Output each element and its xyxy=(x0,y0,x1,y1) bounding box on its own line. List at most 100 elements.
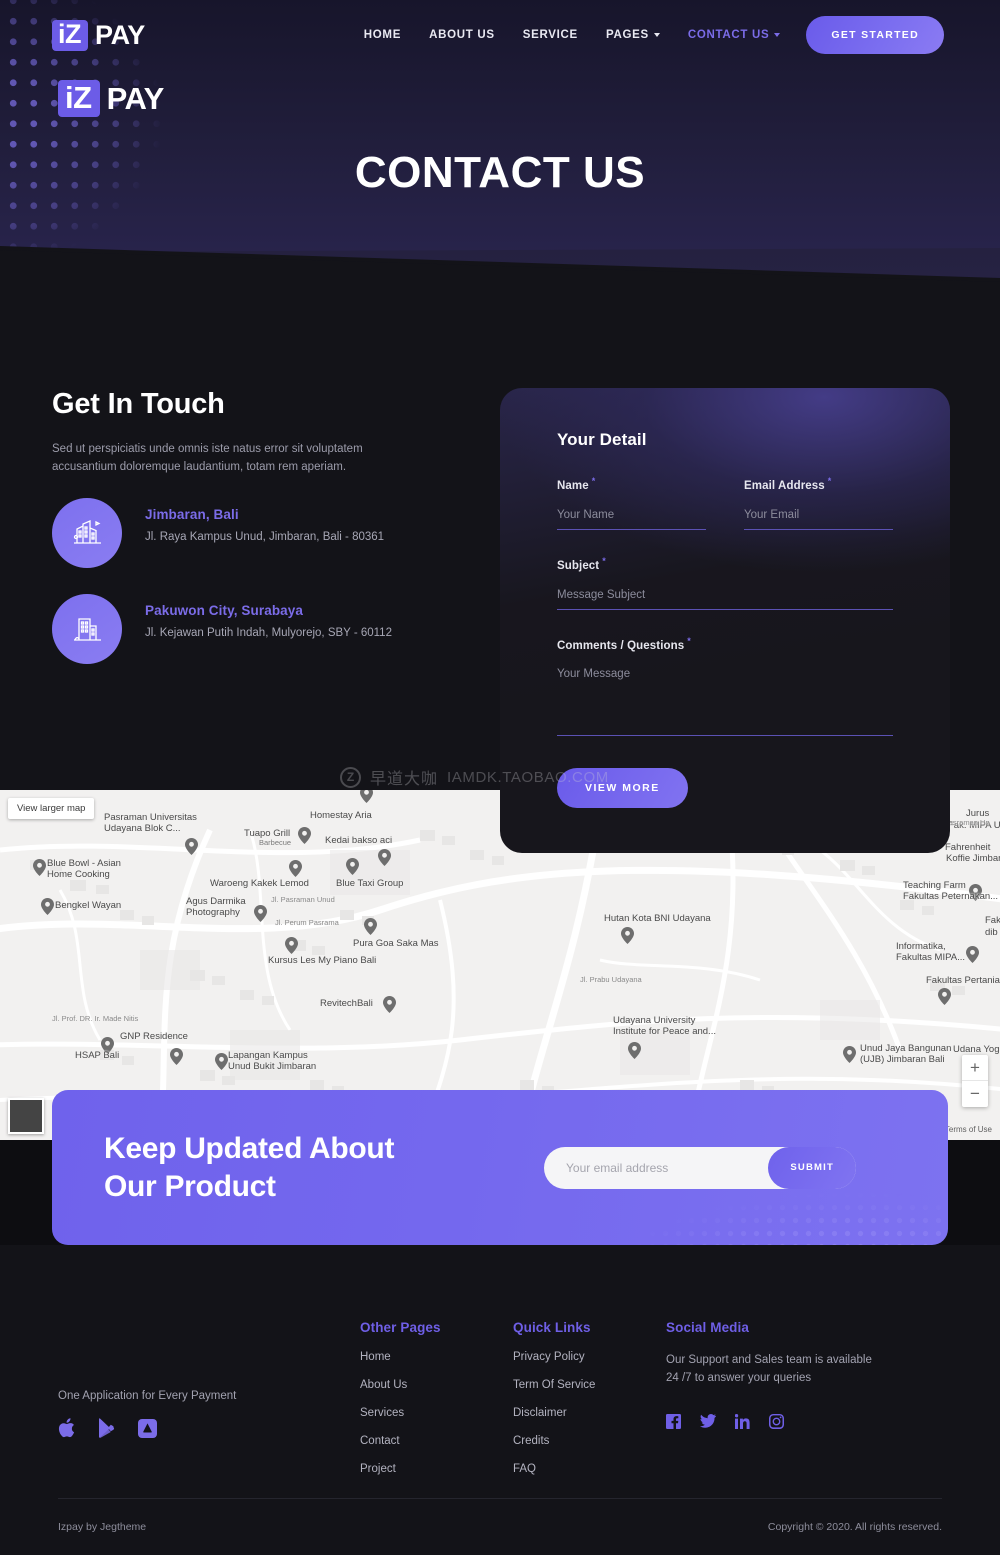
nav-item-label: CONTACT US xyxy=(687,29,770,41)
email-label: Email Address * xyxy=(744,476,832,492)
map-pin-icon[interactable] xyxy=(33,859,46,876)
map-place-label: Jl. Prabu Udayana xyxy=(580,975,642,984)
map-place-label: Fak xyxy=(985,915,1000,926)
map-pin-icon[interactable] xyxy=(298,827,311,844)
footer-link[interactable]: Contact xyxy=(360,1435,441,1447)
map-place-label: Informatika, Fakultas MIPA... xyxy=(896,941,965,964)
footer-column-title: Quick Links xyxy=(513,1320,591,1335)
map-pin-icon[interactable] xyxy=(289,860,302,877)
google-play-icon[interactable] xyxy=(97,1418,116,1438)
map-pin-icon[interactable] xyxy=(938,988,951,1005)
map-place-label: Koffie Jimbara xyxy=(946,853,1000,864)
map-pin-icon[interactable] xyxy=(621,927,634,944)
map-street-view-thumbnail[interactable] xyxy=(8,1098,44,1134)
map-place-label: Homestay Aria xyxy=(310,810,372,821)
map-place-label: Teaching Farm Fakultas Peternakan... xyxy=(903,880,999,903)
newsletter-email-input[interactable] xyxy=(566,1160,769,1175)
map-place-label: Waroeng Kakek Lemod xyxy=(210,878,309,889)
office-building-icon xyxy=(52,594,122,664)
footer-link[interactable]: About Us xyxy=(360,1379,441,1391)
office-card-jimbaran: Jimbaran, Bali Jl. Raya Kampus Unud, Jim… xyxy=(52,498,384,568)
facebook-icon[interactable] xyxy=(666,1413,681,1429)
email-input[interactable] xyxy=(744,498,893,530)
apple-icon[interactable] xyxy=(58,1418,75,1438)
nav-item-label: HOME xyxy=(363,29,402,41)
footer-link[interactable]: Term Of Service xyxy=(513,1379,595,1391)
map-pin-icon[interactable] xyxy=(843,1046,856,1063)
nav-item-label: PAGES xyxy=(605,29,649,41)
map-pin-icon[interactable] xyxy=(628,1042,641,1059)
footer-link[interactable]: Credits xyxy=(513,1435,595,1447)
site-logo[interactable]: iZ PAY xyxy=(52,19,145,51)
app-store-icon[interactable] xyxy=(138,1418,157,1438)
map-pin-icon[interactable] xyxy=(41,898,54,915)
map-place-label: Agus Darmika Photography xyxy=(186,896,246,919)
view-larger-map-button[interactable]: View larger map xyxy=(8,798,95,819)
nav-item-about-us[interactable]: ABOUT US xyxy=(429,29,495,41)
nav-item-contact-us[interactable]: CONTACT US xyxy=(688,29,781,41)
footer-column-title: Other Pages xyxy=(360,1320,441,1335)
map-place-label: Kedai bakso aci xyxy=(325,835,393,846)
get-in-touch-heading: Get In Touch xyxy=(52,388,225,420)
map-place-label: Jl. Pasraman Unud xyxy=(271,895,335,904)
map-pin-icon[interactable] xyxy=(364,918,377,935)
map-pin-icon[interactable] xyxy=(360,790,373,803)
footer-logo-mark: iZ xyxy=(58,80,100,117)
zoom-out-button[interactable]: − xyxy=(962,1081,988,1107)
comments-textarea[interactable] xyxy=(557,658,893,737)
map-pin-icon[interactable] xyxy=(966,946,979,963)
map-pin-icon[interactable] xyxy=(254,905,267,922)
footer-link[interactable]: Privacy Policy xyxy=(513,1351,595,1363)
map-place-label: Unud Jaya Bangunan (UJB) Jimbaran Bali xyxy=(860,1043,952,1066)
map-place-label: Pasraman Universitas Udayana Blok C... xyxy=(104,812,197,835)
twitter-icon[interactable] xyxy=(700,1413,716,1428)
map-place-label: Jl. Perum Pasrama xyxy=(275,918,339,927)
office-card-pakuwon: Pakuwon City, Surabaya Jl. Kejawan Putih… xyxy=(52,594,392,664)
map-place-label: dib xyxy=(985,927,998,938)
nav-links: HOME ABOUT US SERVICE PAGES CONTACT US xyxy=(364,29,781,41)
social-icon-list xyxy=(666,1413,916,1429)
view-more-button[interactable]: VIEW MORE xyxy=(557,768,688,809)
map-place-label: Bengkel Wayan xyxy=(55,900,122,911)
footer-link[interactable]: FAQ xyxy=(513,1463,595,1475)
footer-column-social: Social Media Our Support and Sales team … xyxy=(666,1320,916,1429)
map-pin-icon[interactable] xyxy=(378,849,391,866)
top-navigation-bar: iZ PAY HOME ABOUT US SERVICE PAGES CONTACT U… xyxy=(0,0,1000,70)
zoom-in-button[interactable]: + xyxy=(962,1055,988,1081)
map-place-label: RevitechBali xyxy=(320,998,373,1009)
map-place-label: Lapangan Kampus Unud Bukit Jimbaran xyxy=(228,1050,317,1073)
get-started-button[interactable]: GET STARTED xyxy=(806,16,944,54)
map-pin-icon[interactable] xyxy=(185,838,198,855)
name-input[interactable] xyxy=(557,498,706,530)
nav-item-home[interactable]: HOME xyxy=(364,29,401,41)
required-mark: * xyxy=(591,476,596,486)
map-terms-of-use-link[interactable]: Terms of Use xyxy=(945,1125,992,1134)
chevron-down-icon xyxy=(774,33,781,37)
footer-link[interactable]: Disclaimer xyxy=(513,1407,595,1419)
map-pin-icon[interactable] xyxy=(170,1048,183,1065)
logo-mark: iZ xyxy=(52,19,88,51)
map-pin-icon[interactable] xyxy=(285,937,298,954)
office-address: Jl. Kejawan Putih Indah, Mulyorejo, SBY … xyxy=(145,627,392,639)
linkedin-icon[interactable] xyxy=(735,1413,750,1429)
map-pin-icon[interactable] xyxy=(346,858,359,875)
footer-link[interactable]: Services xyxy=(360,1407,441,1419)
map-pin-icon[interactable] xyxy=(215,1053,228,1070)
office-city: Jimbaran, Bali xyxy=(145,507,239,522)
footer-link[interactable]: Home xyxy=(360,1351,441,1363)
map-pin-icon[interactable] xyxy=(383,996,396,1013)
map-zoom-controls[interactable]: + − xyxy=(962,1055,988,1107)
logo-text: PAY xyxy=(95,19,145,50)
nav-item-service[interactable]: SERVICE xyxy=(523,29,578,41)
footer-logo[interactable]: iZ PAY xyxy=(58,80,164,117)
subject-input[interactable] xyxy=(557,578,893,610)
map-place-label: Hutan Kota BNI Udayana xyxy=(604,913,711,924)
get-in-touch-description: Sed ut perspiciatis unde omnis iste natu… xyxy=(52,443,363,473)
newsletter-submit-button[interactable]: SUBMIT xyxy=(768,1146,856,1189)
app-store-badges xyxy=(58,1418,157,1438)
office-address: Jl. Raya Kampus Unud, Jimbaran, Bali - 8… xyxy=(145,531,385,543)
nav-item-label: ABOUT US xyxy=(429,29,495,41)
nav-item-pages[interactable]: PAGES xyxy=(606,29,660,41)
instagram-icon[interactable] xyxy=(769,1413,784,1429)
footer-link[interactable]: Project xyxy=(360,1463,441,1475)
